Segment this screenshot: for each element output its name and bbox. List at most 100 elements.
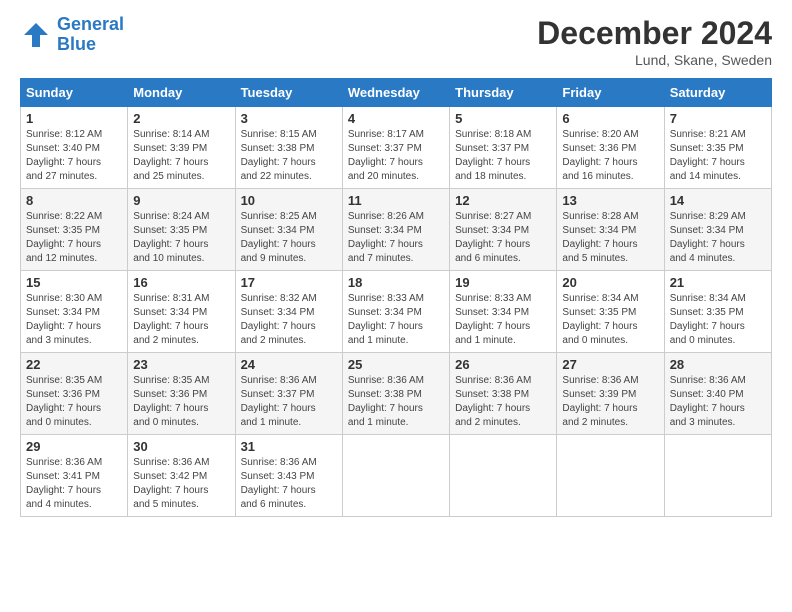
- month-title: December 2024: [537, 15, 772, 52]
- day-number: 2: [133, 111, 229, 126]
- day-detail: Sunrise: 8:30 AM Sunset: 3:34 PM Dayligh…: [26, 292, 122, 348]
- calendar-cell: 30 Sunrise: 8:36 AM Sunset: 3:42 PM Dayli…: [128, 435, 235, 517]
- day-number: 21: [670, 275, 766, 290]
- calendar-cell: [342, 435, 449, 517]
- day-detail: Sunrise: 8:24 AM Sunset: 3:35 PM Dayligh…: [133, 210, 229, 266]
- calendar-body: 1 Sunrise: 8:12 AM Sunset: 3:40 PM Daylig…: [21, 107, 772, 517]
- day-number: 20: [562, 275, 658, 290]
- day-detail: Sunrise: 8:34 AM Sunset: 3:35 PM Dayligh…: [562, 292, 658, 348]
- calendar-week-3: 15 Sunrise: 8:30 AM Sunset: 3:34 PM Dayli…: [21, 271, 772, 353]
- header-cell-friday: Friday: [557, 79, 664, 107]
- calendar-cell: 23 Sunrise: 8:35 AM Sunset: 3:36 PM Dayli…: [128, 353, 235, 435]
- day-number: 28: [670, 357, 766, 372]
- day-number: 18: [348, 275, 444, 290]
- calendar-cell: [664, 435, 771, 517]
- day-detail: Sunrise: 8:33 AM Sunset: 3:34 PM Dayligh…: [348, 292, 444, 348]
- calendar-cell: [450, 435, 557, 517]
- calendar-cell: 7Sunrise: 8:21 AM Sunset: 3:35 PM Daylig…: [664, 107, 771, 189]
- calendar-cell: 2 Sunrise: 8:14 AM Sunset: 3:39 PM Daylig…: [128, 107, 235, 189]
- day-number: 4: [348, 111, 444, 126]
- day-detail: Sunrise: 8:20 AM Sunset: 3:36 PM Dayligh…: [562, 128, 658, 184]
- day-detail: Sunrise: 8:29 AM Sunset: 3:34 PM Dayligh…: [670, 210, 766, 266]
- day-detail: Sunrise: 8:28 AM Sunset: 3:34 PM Dayligh…: [562, 210, 658, 266]
- day-number: 17: [241, 275, 337, 290]
- day-number: 14: [670, 193, 766, 208]
- calendar-cell: 26 Sunrise: 8:36 AM Sunset: 3:38 PM Dayli…: [450, 353, 557, 435]
- day-number: 30: [133, 439, 229, 454]
- calendar-week-1: 1 Sunrise: 8:12 AM Sunset: 3:40 PM Daylig…: [21, 107, 772, 189]
- calendar-header-row: SundayMondayTuesdayWednesdayThursdayFrid…: [21, 79, 772, 107]
- day-detail: Sunrise: 8:36 AM Sunset: 3:38 PM Dayligh…: [455, 374, 551, 430]
- day-number: 8: [26, 193, 122, 208]
- day-number: 27: [562, 357, 658, 372]
- calendar-cell: 5Sunrise: 8:18 AM Sunset: 3:37 PM Daylig…: [450, 107, 557, 189]
- day-detail: Sunrise: 8:35 AM Sunset: 3:36 PM Dayligh…: [133, 374, 229, 430]
- header-cell-sunday: Sunday: [21, 79, 128, 107]
- page: General Blue December 2024 Lund, Skane, …: [0, 0, 792, 612]
- title-block: December 2024 Lund, Skane, Sweden: [537, 15, 772, 68]
- calendar-cell: 22Sunrise: 8:35 AM Sunset: 3:36 PM Dayli…: [21, 353, 128, 435]
- calendar-cell: 27Sunrise: 8:36 AM Sunset: 3:39 PM Dayli…: [557, 353, 664, 435]
- day-number: 26: [455, 357, 551, 372]
- calendar-cell: 6 Sunrise: 8:20 AM Sunset: 3:36 PM Daylig…: [557, 107, 664, 189]
- header-cell-monday: Monday: [128, 79, 235, 107]
- calendar-cell: 20 Sunrise: 8:34 AM Sunset: 3:35 PM Dayli…: [557, 271, 664, 353]
- calendar-cell: 13Sunrise: 8:28 AM Sunset: 3:34 PM Dayli…: [557, 189, 664, 271]
- day-detail: Sunrise: 8:22 AM Sunset: 3:35 PM Dayligh…: [26, 210, 122, 266]
- header-cell-thursday: Thursday: [450, 79, 557, 107]
- logo-general: General: [57, 14, 124, 34]
- day-number: 12: [455, 193, 551, 208]
- day-detail: Sunrise: 8:36 AM Sunset: 3:38 PM Dayligh…: [348, 374, 444, 430]
- day-number: 29: [26, 439, 122, 454]
- calendar-cell: 10Sunrise: 8:25 AM Sunset: 3:34 PM Dayli…: [235, 189, 342, 271]
- calendar-table: SundayMondayTuesdayWednesdayThursdayFrid…: [20, 78, 772, 517]
- calendar-cell: 17 Sunrise: 8:32 AM Sunset: 3:34 PM Dayli…: [235, 271, 342, 353]
- calendar-cell: 11Sunrise: 8:26 AM Sunset: 3:34 PM Dayli…: [342, 189, 449, 271]
- day-number: 22: [26, 357, 122, 372]
- day-number: 24: [241, 357, 337, 372]
- day-detail: Sunrise: 8:31 AM Sunset: 3:34 PM Dayligh…: [133, 292, 229, 348]
- day-detail: Sunrise: 8:25 AM Sunset: 3:34 PM Dayligh…: [241, 210, 337, 266]
- calendar-cell: 24 Sunrise: 8:36 AM Sunset: 3:37 PM Dayli…: [235, 353, 342, 435]
- day-detail: Sunrise: 8:14 AM Sunset: 3:39 PM Dayligh…: [133, 128, 229, 184]
- calendar-cell: 1 Sunrise: 8:12 AM Sunset: 3:40 PM Daylig…: [21, 107, 128, 189]
- calendar-cell: 3 Sunrise: 8:15 AM Sunset: 3:38 PM Daylig…: [235, 107, 342, 189]
- day-detail: Sunrise: 8:36 AM Sunset: 3:42 PM Dayligh…: [133, 456, 229, 512]
- day-number: 15: [26, 275, 122, 290]
- calendar-week-5: 29 Sunrise: 8:36 AM Sunset: 3:41 PM Dayli…: [21, 435, 772, 517]
- calendar-cell: 29 Sunrise: 8:36 AM Sunset: 3:41 PM Dayli…: [21, 435, 128, 517]
- calendar-cell: [557, 435, 664, 517]
- day-number: 16: [133, 275, 229, 290]
- day-detail: Sunrise: 8:21 AM Sunset: 3:35 PM Dayligh…: [670, 128, 766, 184]
- logo-blue: Blue: [57, 35, 124, 55]
- logo-icon: [20, 19, 52, 51]
- calendar-cell: 12 Sunrise: 8:27 AM Sunset: 3:34 PM Dayli…: [450, 189, 557, 271]
- day-detail: Sunrise: 8:15 AM Sunset: 3:38 PM Dayligh…: [241, 128, 337, 184]
- day-detail: Sunrise: 8:36 AM Sunset: 3:41 PM Dayligh…: [26, 456, 122, 512]
- day-detail: Sunrise: 8:12 AM Sunset: 3:40 PM Dayligh…: [26, 128, 122, 184]
- day-detail: Sunrise: 8:26 AM Sunset: 3:34 PM Dayligh…: [348, 210, 444, 266]
- calendar-cell: 16 Sunrise: 8:31 AM Sunset: 3:34 PM Dayli…: [128, 271, 235, 353]
- day-detail: Sunrise: 8:36 AM Sunset: 3:40 PM Dayligh…: [670, 374, 766, 430]
- day-number: 23: [133, 357, 229, 372]
- logo: General Blue: [20, 15, 124, 55]
- day-number: 3: [241, 111, 337, 126]
- day-number: 9: [133, 193, 229, 208]
- day-number: 6: [562, 111, 658, 126]
- calendar-cell: 4Sunrise: 8:17 AM Sunset: 3:37 PM Daylig…: [342, 107, 449, 189]
- header-cell-tuesday: Tuesday: [235, 79, 342, 107]
- day-detail: Sunrise: 8:27 AM Sunset: 3:34 PM Dayligh…: [455, 210, 551, 266]
- calendar-cell: 9 Sunrise: 8:24 AM Sunset: 3:35 PM Daylig…: [128, 189, 235, 271]
- header-cell-wednesday: Wednesday: [342, 79, 449, 107]
- day-detail: Sunrise: 8:32 AM Sunset: 3:34 PM Dayligh…: [241, 292, 337, 348]
- day-detail: Sunrise: 8:18 AM Sunset: 3:37 PM Dayligh…: [455, 128, 551, 184]
- calendar-cell: 19Sunrise: 8:33 AM Sunset: 3:34 PM Dayli…: [450, 271, 557, 353]
- calendar-week-4: 22 Sunrise: 8:35 AM Sunset: 3:36 PM Dayli…: [21, 353, 772, 435]
- calendar-cell: 31Sunrise: 8:36 AM Sunset: 3:43 PM Dayli…: [235, 435, 342, 517]
- calendar-cell: 25Sunrise: 8:36 AM Sunset: 3:38 PM Dayli…: [342, 353, 449, 435]
- day-detail: Sunrise: 8:34 AM Sunset: 3:35 PM Dayligh…: [670, 292, 766, 348]
- day-number: 1: [26, 111, 122, 126]
- calendar-cell: 15 Sunrise: 8:30 AM Sunset: 3:34 PM Dayli…: [21, 271, 128, 353]
- day-detail: Sunrise: 8:36 AM Sunset: 3:37 PM Dayligh…: [241, 374, 337, 430]
- calendar-cell: 8 Sunrise: 8:22 AM Sunset: 3:35 PM Daylig…: [21, 189, 128, 271]
